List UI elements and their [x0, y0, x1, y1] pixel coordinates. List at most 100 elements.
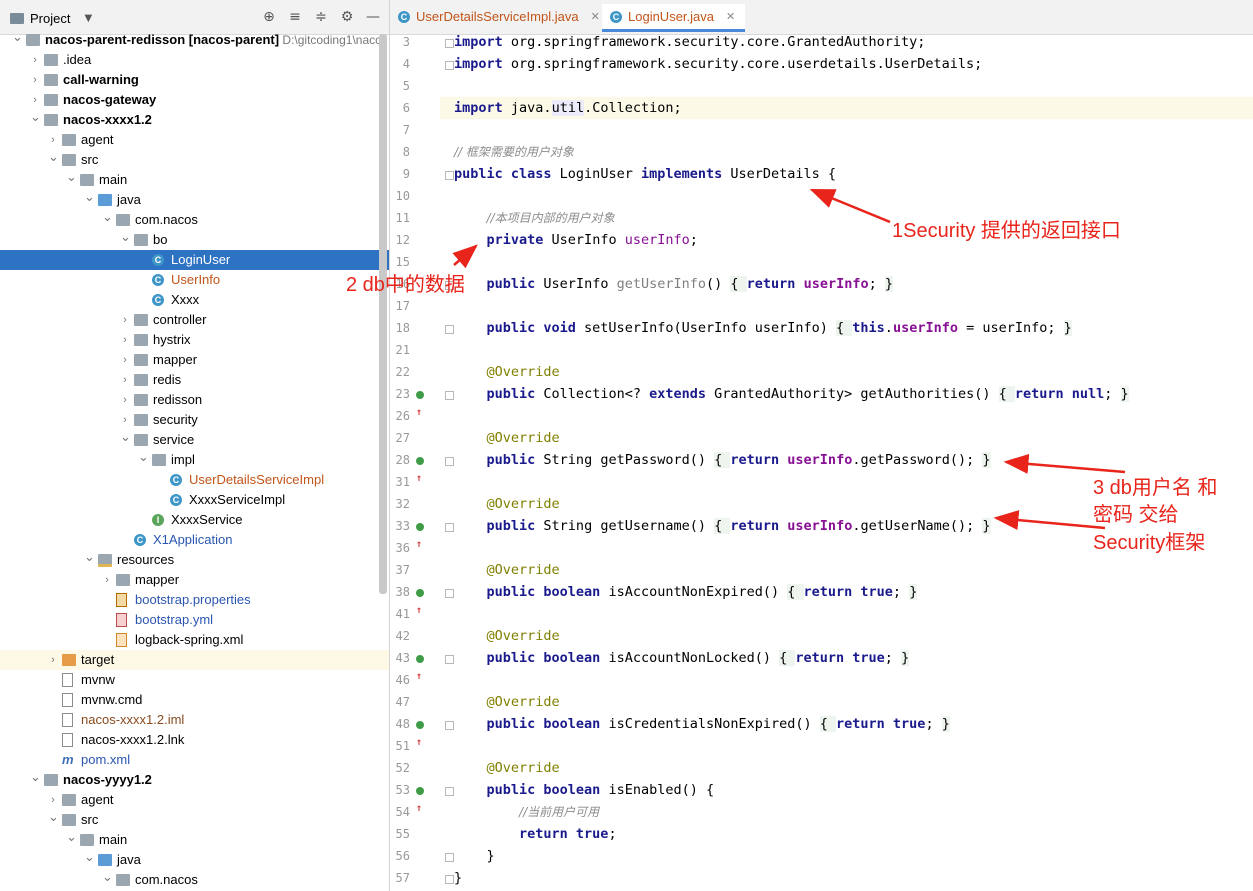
- minimize-icon[interactable]: —: [365, 8, 381, 26]
- tree-item-target[interactable]: › target: [0, 650, 389, 670]
- tree-item-mvnw-cmd[interactable]: mvnw.cmd: [0, 690, 389, 710]
- override-gutter-icon[interactable]: ↑: [416, 783, 430, 814]
- code-line[interactable]: }: [454, 845, 495, 867]
- tree-item-java[interactable]: ⌄ java: [0, 190, 389, 210]
- fold-marker[interactable]: [445, 589, 454, 598]
- chevron-down-icon[interactable]: ⌄: [84, 190, 95, 204]
- fold-marker[interactable]: [445, 391, 454, 400]
- code-line[interactable]: import org.springframework.security.core…: [454, 53, 982, 75]
- tree-item-mapper[interactable]: › mapper: [0, 570, 389, 590]
- fold-marker[interactable]: [445, 721, 454, 730]
- chevron-down-icon[interactable]: ⌄: [120, 230, 131, 244]
- chevron-right-icon[interactable]: ›: [120, 410, 130, 430]
- collapse-icon[interactable]: ≑: [313, 8, 329, 26]
- code-line[interactable]: public boolean isAccountNonExpired() { r…: [454, 581, 918, 603]
- fold-marker[interactable]: [445, 325, 454, 334]
- fold-marker[interactable]: [445, 853, 454, 862]
- fold-marker[interactable]: [445, 457, 454, 466]
- override-gutter-icon[interactable]: ↑: [416, 717, 430, 748]
- tree-item-mvnw[interactable]: mvnw: [0, 670, 389, 690]
- chevron-right-icon[interactable]: ›: [120, 330, 130, 350]
- chevron-right-icon[interactable]: ›: [120, 370, 130, 390]
- expand-icon[interactable]: ≡: [287, 8, 303, 26]
- tree-item-bootstrap-properties[interactable]: bootstrap.properties: [0, 590, 389, 610]
- tree-item-redis[interactable]: › redis: [0, 370, 389, 390]
- chevron-right-icon[interactable]: ›: [120, 390, 130, 410]
- fold-marker[interactable]: [445, 39, 454, 48]
- chevron-right-icon[interactable]: ›: [30, 70, 40, 90]
- chevron-right-icon[interactable]: ›: [102, 570, 112, 590]
- code-line[interactable]: public void setUserInfo(UserInfo userInf…: [454, 317, 1072, 339]
- tree-item-nacos-yyyy1-2[interactable]: ⌄ nacos-yyyy1.2: [0, 770, 389, 790]
- chevron-down-icon[interactable]: ⌄: [84, 550, 95, 564]
- code-line[interactable]: import java.util.Collection;: [440, 97, 1253, 119]
- tree-item-xxxx[interactable]: C Xxxx: [0, 290, 389, 310]
- chevron-down-icon[interactable]: ⌄: [138, 450, 149, 464]
- fold-marker[interactable]: [445, 523, 454, 532]
- fold-marker[interactable]: [445, 171, 454, 180]
- chevron-right-icon[interactable]: ›: [48, 130, 58, 150]
- code-line[interactable]: //当前用户可用: [454, 801, 599, 823]
- tree-item-src[interactable]: ⌄ src: [0, 150, 389, 170]
- chevron-right-icon[interactable]: ›: [48, 650, 58, 670]
- tree-item-call-warning[interactable]: › call-warning: [0, 70, 389, 90]
- tree-item-service[interactable]: ⌄ service: [0, 430, 389, 450]
- chevron-down-icon[interactable]: ⌄: [66, 830, 77, 844]
- editor-tab[interactable]: C LoginUser.java ✕: [602, 4, 746, 32]
- code-line[interactable]: @Override: [454, 427, 560, 449]
- fold-marker[interactable]: [445, 655, 454, 664]
- tree-item-controller[interactable]: › controller: [0, 310, 389, 330]
- tree-item-src[interactable]: ⌄ src: [0, 810, 389, 830]
- tree-item-xxxxservice[interactable]: I XxxxService: [0, 510, 389, 530]
- code-line[interactable]: @Override: [454, 559, 560, 581]
- tree-item-hystrix[interactable]: › hystrix: [0, 330, 389, 350]
- chevron-down-icon[interactable]: ⌄: [12, 30, 23, 44]
- code-line[interactable]: // 框架需要的用户对象: [454, 141, 574, 163]
- fold-marker[interactable]: [445, 61, 454, 70]
- code-line[interactable]: @Override: [454, 691, 560, 713]
- close-icon[interactable]: ✕: [726, 4, 735, 30]
- tree-item-nacos-xxxx1-2[interactable]: ⌄ nacos-xxxx1.2: [0, 110, 389, 130]
- tree-item-nacos-parent-redisson[interactable]: ⌄ nacos-parent-redisson [nacos-parent] D:…: [0, 30, 389, 50]
- code-line[interactable]: @Override: [454, 757, 560, 779]
- code-line[interactable]: public class LoginUser implements UserDe…: [454, 163, 836, 185]
- code-line[interactable]: private UserInfo userInfo;: [454, 229, 698, 251]
- tree-item-nacos-xxxx1-2-iml[interactable]: nacos-xxxx1.2.iml: [0, 710, 389, 730]
- chevron-down-icon[interactable]: ⌄: [120, 430, 131, 444]
- chevron-down-icon[interactable]: ⌄: [102, 210, 113, 224]
- tree-item--idea[interactable]: › .idea: [0, 50, 389, 70]
- code-line[interactable]: public Collection<? extends GrantedAutho…: [454, 383, 1129, 405]
- tree-item-security[interactable]: › security: [0, 410, 389, 430]
- tree-item-com-nacos[interactable]: ⌄ com.nacos: [0, 210, 389, 230]
- tree-item-pom-xml[interactable]: m pom.xml: [0, 750, 389, 770]
- tree-item-agent[interactable]: › agent: [0, 130, 389, 150]
- code-line[interactable]: //本项目内部的用户对象: [454, 207, 615, 229]
- tree-item-loginuser[interactable]: C LoginUser: [0, 250, 389, 270]
- tree-item-resources[interactable]: ⌄ resources: [0, 550, 389, 570]
- code-line[interactable]: public boolean isCredentialsNonExpired()…: [454, 713, 950, 735]
- code-line[interactable]: import org.springframework.security.core…: [454, 31, 925, 53]
- chevron-down-icon[interactable]: ⌄: [102, 870, 113, 884]
- tree-item-impl[interactable]: ⌄ impl: [0, 450, 389, 470]
- override-gutter-icon[interactable]: ↑: [416, 453, 430, 484]
- tree-item-bootstrap-yml[interactable]: bootstrap.yml: [0, 610, 389, 630]
- project-scrollbar[interactable]: [379, 34, 387, 594]
- code-area[interactable]: 3 import org.springframework.security.cor…: [390, 34, 1253, 891]
- tree-item-userdetailsserviceimpl[interactable]: C UserDetailsServiceImpl: [0, 470, 389, 490]
- tree-item-bo[interactable]: ⌄ bo: [0, 230, 389, 250]
- tree-item-userinfo[interactable]: C UserInfo: [0, 270, 389, 290]
- fold-marker[interactable]: [445, 787, 454, 796]
- chevron-right-icon[interactable]: ›: [30, 50, 40, 70]
- project-view-selector[interactable]: Project ▼: [10, 9, 92, 27]
- tree-item-xxxxserviceimpl[interactable]: C XxxxServiceImpl: [0, 490, 389, 510]
- close-icon[interactable]: ✕: [591, 4, 600, 30]
- tree-item-mapper[interactable]: › mapper: [0, 350, 389, 370]
- chevron-down-icon[interactable]: ⌄: [30, 110, 41, 124]
- code-line[interactable]: public String getPassword() { return use…: [454, 449, 991, 471]
- tree-item-com-nacos[interactable]: ⌄ com.nacos: [0, 870, 389, 890]
- chevron-right-icon[interactable]: ›: [30, 90, 40, 110]
- code-line[interactable]: public UserInfo getUserInfo() { return u…: [454, 273, 893, 295]
- code-line[interactable]: public boolean isEnabled() {: [454, 779, 715, 801]
- code-line[interactable]: public boolean isAccountNonLocked() { re…: [454, 647, 910, 669]
- chevron-down-icon[interactable]: ⌄: [30, 770, 41, 784]
